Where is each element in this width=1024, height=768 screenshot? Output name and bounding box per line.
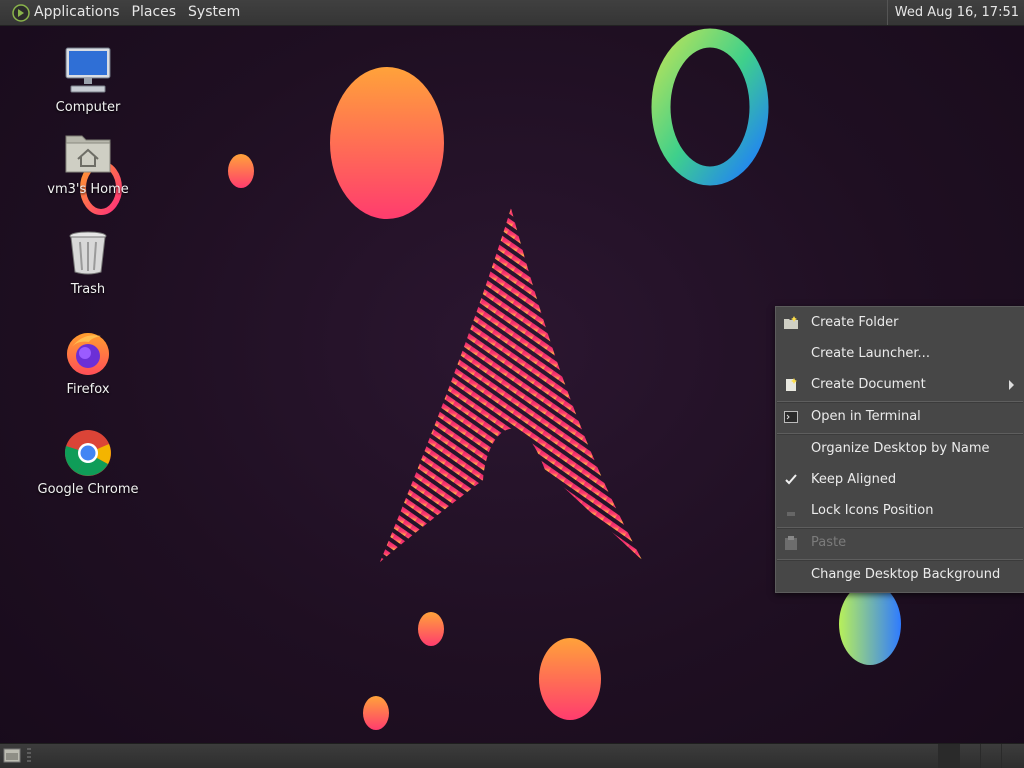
desktop-icon-label: Computer <box>55 100 121 115</box>
menu-item-label: Create Launcher... <box>811 346 930 361</box>
show-desktop-icon[interactable] <box>3 747 21 764</box>
menu-item-label: Keep Aligned <box>811 472 897 487</box>
menu-item-label: Open in Terminal <box>811 409 921 424</box>
menu-item-lock-icons[interactable]: Lock Icons Position <box>776 497 1024 525</box>
menu-item-create-folder[interactable]: Create Folder <box>776 309 1024 337</box>
trash-icon <box>69 231 107 275</box>
computer-icon <box>65 47 111 93</box>
desktop-icon-label: Firefox <box>66 382 110 397</box>
system-menu-label: System <box>188 4 241 20</box>
desktop-icon-home[interactable]: vm3's Home <box>28 128 148 197</box>
desktop-icon-trash[interactable]: Trash <box>28 228 148 297</box>
paste-icon <box>785 536 797 550</box>
orange-bubble <box>539 638 601 720</box>
menu-item-keep-aligned[interactable]: Keep Aligned <box>776 466 1024 494</box>
desktop-icon-chrome[interactable]: Google Chrome <box>28 428 148 497</box>
blue-blob <box>839 583 901 665</box>
desktop[interactable]: Applications Places System Wed Aug 16, 1… <box>0 0 1024 768</box>
checkmark-icon <box>785 474 797 485</box>
orange-bubble <box>330 67 444 219</box>
applications-menu[interactable]: Applications <box>0 0 126 25</box>
desktop-context-menu: Create Folder Create Launcher... Create … <box>775 306 1024 593</box>
desktop-icon-label: Google Chrome <box>37 482 139 497</box>
menu-item-label: Lock Icons Position <box>811 503 934 518</box>
orange-bubble <box>228 154 254 188</box>
submenu-arrow-icon <box>1009 380 1014 390</box>
menu-item-change-background[interactable]: Change Desktop Background <box>776 561 1024 589</box>
home-folder-icon <box>65 135 111 173</box>
menu-item-create-launcher[interactable]: Create Launcher... <box>776 340 1024 368</box>
menu-item-label: Create Folder <box>811 315 899 330</box>
ring-shape <box>651 28 769 186</box>
menu-item-label: Paste <box>811 535 847 550</box>
new-document-icon <box>786 378 797 391</box>
workspace-1[interactable] <box>938 744 960 768</box>
menu-item-organize-by-name[interactable]: Organize Desktop by Name <box>776 435 1024 463</box>
applications-menu-label: Applications <box>34 4 120 20</box>
workspace-4[interactable] <box>1001 744 1024 768</box>
clock[interactable]: Wed Aug 16, 17:51 <box>886 0 1024 25</box>
orange-bubble <box>363 696 389 730</box>
chrome-icon <box>64 430 111 476</box>
places-menu[interactable]: Places <box>126 0 183 25</box>
mate-logo-icon <box>12 3 30 22</box>
menu-item-create-document[interactable]: Create Document <box>776 371 1024 399</box>
desktop-icon-label: Trash <box>70 282 106 297</box>
desktop-icon-label: vm3's Home <box>47 182 129 197</box>
arch-logo <box>380 208 642 562</box>
desktop-icon-computer[interactable]: Computer <box>28 46 148 115</box>
places-menu-label: Places <box>131 4 177 20</box>
panel-handle[interactable] <box>27 748 31 764</box>
bottom-panel <box>0 743 1024 768</box>
menu-item-label: Change Desktop Background <box>811 567 1001 582</box>
new-folder-icon <box>784 316 798 329</box>
desktop-icon-firefox[interactable]: Firefox <box>28 328 148 397</box>
menu-item-label: Organize Desktop by Name <box>811 441 990 456</box>
workspace-3[interactable] <box>980 744 1002 768</box>
orange-bubble <box>418 612 444 646</box>
menu-item-paste[interactable]: Paste <box>776 529 1024 557</box>
menu-item-label: Create Document <box>811 377 926 392</box>
lock-icon <box>787 512 795 516</box>
top-panel: Applications Places System Wed Aug 16, 1… <box>0 0 1024 26</box>
terminal-icon <box>784 411 798 423</box>
workspace-2[interactable] <box>959 744 981 768</box>
firefox-icon <box>67 333 109 375</box>
system-menu[interactable]: System <box>182 0 246 25</box>
menu-item-open-terminal[interactable]: Open in Terminal <box>776 403 1024 431</box>
